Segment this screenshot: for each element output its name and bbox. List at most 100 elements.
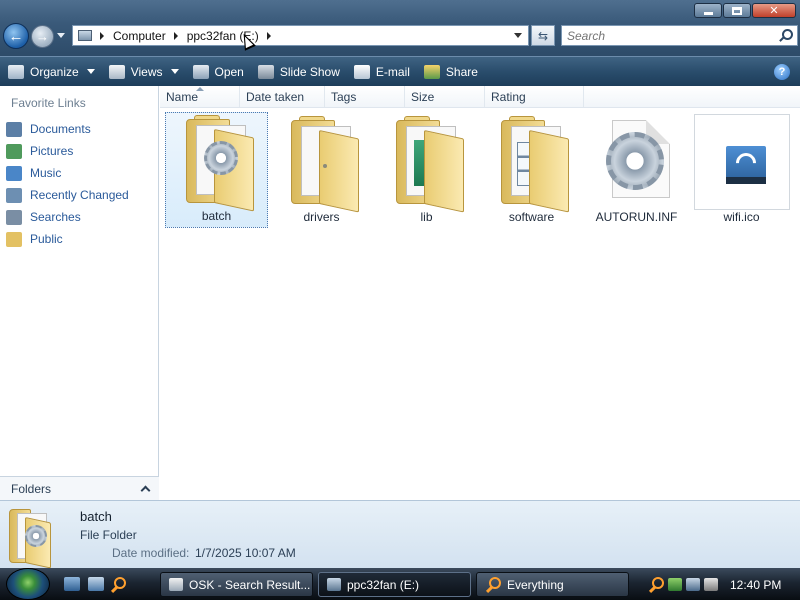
details-modified-value[interactable]: 1/7/2025 10:07 AM xyxy=(195,546,296,560)
share-label: Share xyxy=(445,64,478,79)
search-quicklaunch-icon[interactable] xyxy=(110,577,126,591)
start-button[interactable] xyxy=(6,568,50,600)
searches-icon xyxy=(6,209,22,225)
details-modified-label: Date modified: xyxy=(112,546,190,560)
breadcrumb-arrow-icon[interactable] xyxy=(266,31,271,40)
file-item-label: software xyxy=(508,210,555,224)
breadcrumb-arrow-icon[interactable] xyxy=(100,31,104,40)
settings-file-icon xyxy=(594,116,680,206)
clock[interactable]: 12:40 PM xyxy=(730,578,781,592)
recent-icon xyxy=(6,187,22,203)
folders-label: Folders xyxy=(11,481,52,496)
back-button[interactable]: ← xyxy=(3,23,29,49)
forward-arrow-icon: → xyxy=(36,29,49,44)
nav-link-label: Searches xyxy=(30,210,81,224)
organize-icon xyxy=(8,64,24,79)
close-icon: ✕ xyxy=(769,4,779,17)
nav-link-music[interactable]: Music xyxy=(6,162,129,184)
task-button-osk-search[interactable]: OSK - Search Result... xyxy=(160,572,313,597)
volume-muted-icon[interactable] xyxy=(704,578,718,591)
maximize-button[interactable] xyxy=(723,3,751,18)
nav-link-label: Public xyxy=(30,232,63,246)
minimize-button[interactable] xyxy=(694,3,722,18)
file-item-batch[interactable]: batch xyxy=(165,112,268,228)
close-button[interactable]: ✕ xyxy=(752,3,796,18)
folder-icon xyxy=(279,116,365,213)
column-header-label: Name xyxy=(166,89,199,104)
switch-windows-icon[interactable] xyxy=(88,577,104,591)
folder-icon xyxy=(384,116,470,213)
folders-toggle[interactable]: Folders xyxy=(0,476,159,500)
back-arrow-icon: ← xyxy=(8,27,24,45)
search-icon[interactable] xyxy=(778,28,793,43)
nav-link-searches[interactable]: Searches xyxy=(6,206,129,228)
security-icon[interactable] xyxy=(668,578,682,591)
refresh-button[interactable]: ⇆ xyxy=(531,25,555,46)
nav-link-label: Music xyxy=(30,166,62,180)
show-desktop-icon[interactable] xyxy=(64,577,80,591)
folder-icon xyxy=(489,116,575,213)
column-headers: Name Date taken Tags Size Rating xyxy=(160,86,800,108)
search-box[interactable] xyxy=(561,25,798,46)
file-item-label: drivers xyxy=(303,210,340,224)
file-item-label: wifi.ico xyxy=(723,210,760,224)
search-input[interactable] xyxy=(562,28,772,43)
recent-pages-dropdown[interactable] xyxy=(57,33,65,38)
open-label: Open xyxy=(214,64,244,79)
maximize-icon xyxy=(732,6,742,15)
file-item-wifi-ico[interactable]: wifi.ico xyxy=(690,112,793,228)
open-button[interactable]: Open xyxy=(192,60,250,84)
network-icon[interactable] xyxy=(686,578,700,591)
forward-button[interactable]: → xyxy=(31,25,54,48)
music-icon xyxy=(6,165,22,181)
help-icon: ? xyxy=(778,65,786,78)
file-item-drivers[interactable]: drivers xyxy=(270,112,373,228)
column-header-label: Rating xyxy=(491,89,526,104)
caption-buttons: ✕ xyxy=(694,3,796,18)
slideshow-label: Slide Show xyxy=(279,64,340,79)
column-header-label: Size xyxy=(411,89,435,104)
organize-button[interactable]: Organize xyxy=(8,60,101,84)
public-folder-icon xyxy=(6,231,22,247)
column-header-rating[interactable]: Rating xyxy=(485,86,584,107)
column-header-date-taken[interactable]: Date taken xyxy=(240,86,325,107)
wifi-icon xyxy=(693,114,790,210)
breadcrumb-arrow-icon[interactable] xyxy=(173,31,178,40)
address-bar[interactable]: Computer ppc32fan (E:) xyxy=(72,25,529,46)
task-button-ppc32fan[interactable]: ppc32fan (E:) xyxy=(318,572,471,597)
nav-link-recently-changed[interactable]: Recently Changed xyxy=(6,184,129,206)
window-titlebar: ✕ ← → Computer ppc32fan (E:) ⇆ xyxy=(0,0,800,56)
sort-ascending-icon xyxy=(196,87,204,91)
help-button[interactable]: ? xyxy=(774,63,790,80)
everything-tray-icon[interactable] xyxy=(648,576,664,593)
file-items: batch drivers lib software AUTORUN.INF w… xyxy=(165,112,795,228)
column-header-label: Date taken xyxy=(246,89,305,104)
slideshow-button[interactable]: Slide Show xyxy=(257,60,346,84)
chevron-down-icon xyxy=(170,69,179,74)
task-button-everything[interactable]: Everything xyxy=(476,572,629,597)
file-item-software[interactable]: software xyxy=(480,112,583,228)
open-icon xyxy=(192,64,209,79)
share-button[interactable]: Share xyxy=(423,60,484,84)
column-header-size[interactable]: Size xyxy=(405,86,485,107)
task-label: OSK - Search Result... xyxy=(189,577,311,592)
nav-link-pictures[interactable]: Pictures xyxy=(6,140,129,162)
file-item-lib[interactable]: lib xyxy=(375,112,478,228)
nav-link-public[interactable]: Public xyxy=(6,228,129,250)
nav-link-documents[interactable]: Documents xyxy=(6,118,129,140)
computer-icon xyxy=(78,30,92,41)
file-item-autorun[interactable]: AUTORUN.INF xyxy=(585,112,688,228)
breadcrumb-computer[interactable]: Computer xyxy=(113,29,166,43)
favorite-links-heading: Favorite Links xyxy=(11,96,86,110)
file-item-label: batch xyxy=(201,209,232,223)
address-dropdown-icon[interactable] xyxy=(514,33,522,38)
taskbar: OSK - Search Result... ppc32fan (E:) Eve… xyxy=(0,568,800,600)
views-button[interactable]: Views xyxy=(108,60,185,84)
gear-icon xyxy=(203,141,238,175)
column-header-tags[interactable]: Tags xyxy=(325,86,405,107)
refresh-icon: ⇆ xyxy=(537,28,549,43)
views-label: Views xyxy=(130,64,163,79)
email-button[interactable]: E-mail xyxy=(353,60,416,84)
column-header-name[interactable]: Name xyxy=(160,86,240,107)
column-header-label: Tags xyxy=(331,89,357,104)
